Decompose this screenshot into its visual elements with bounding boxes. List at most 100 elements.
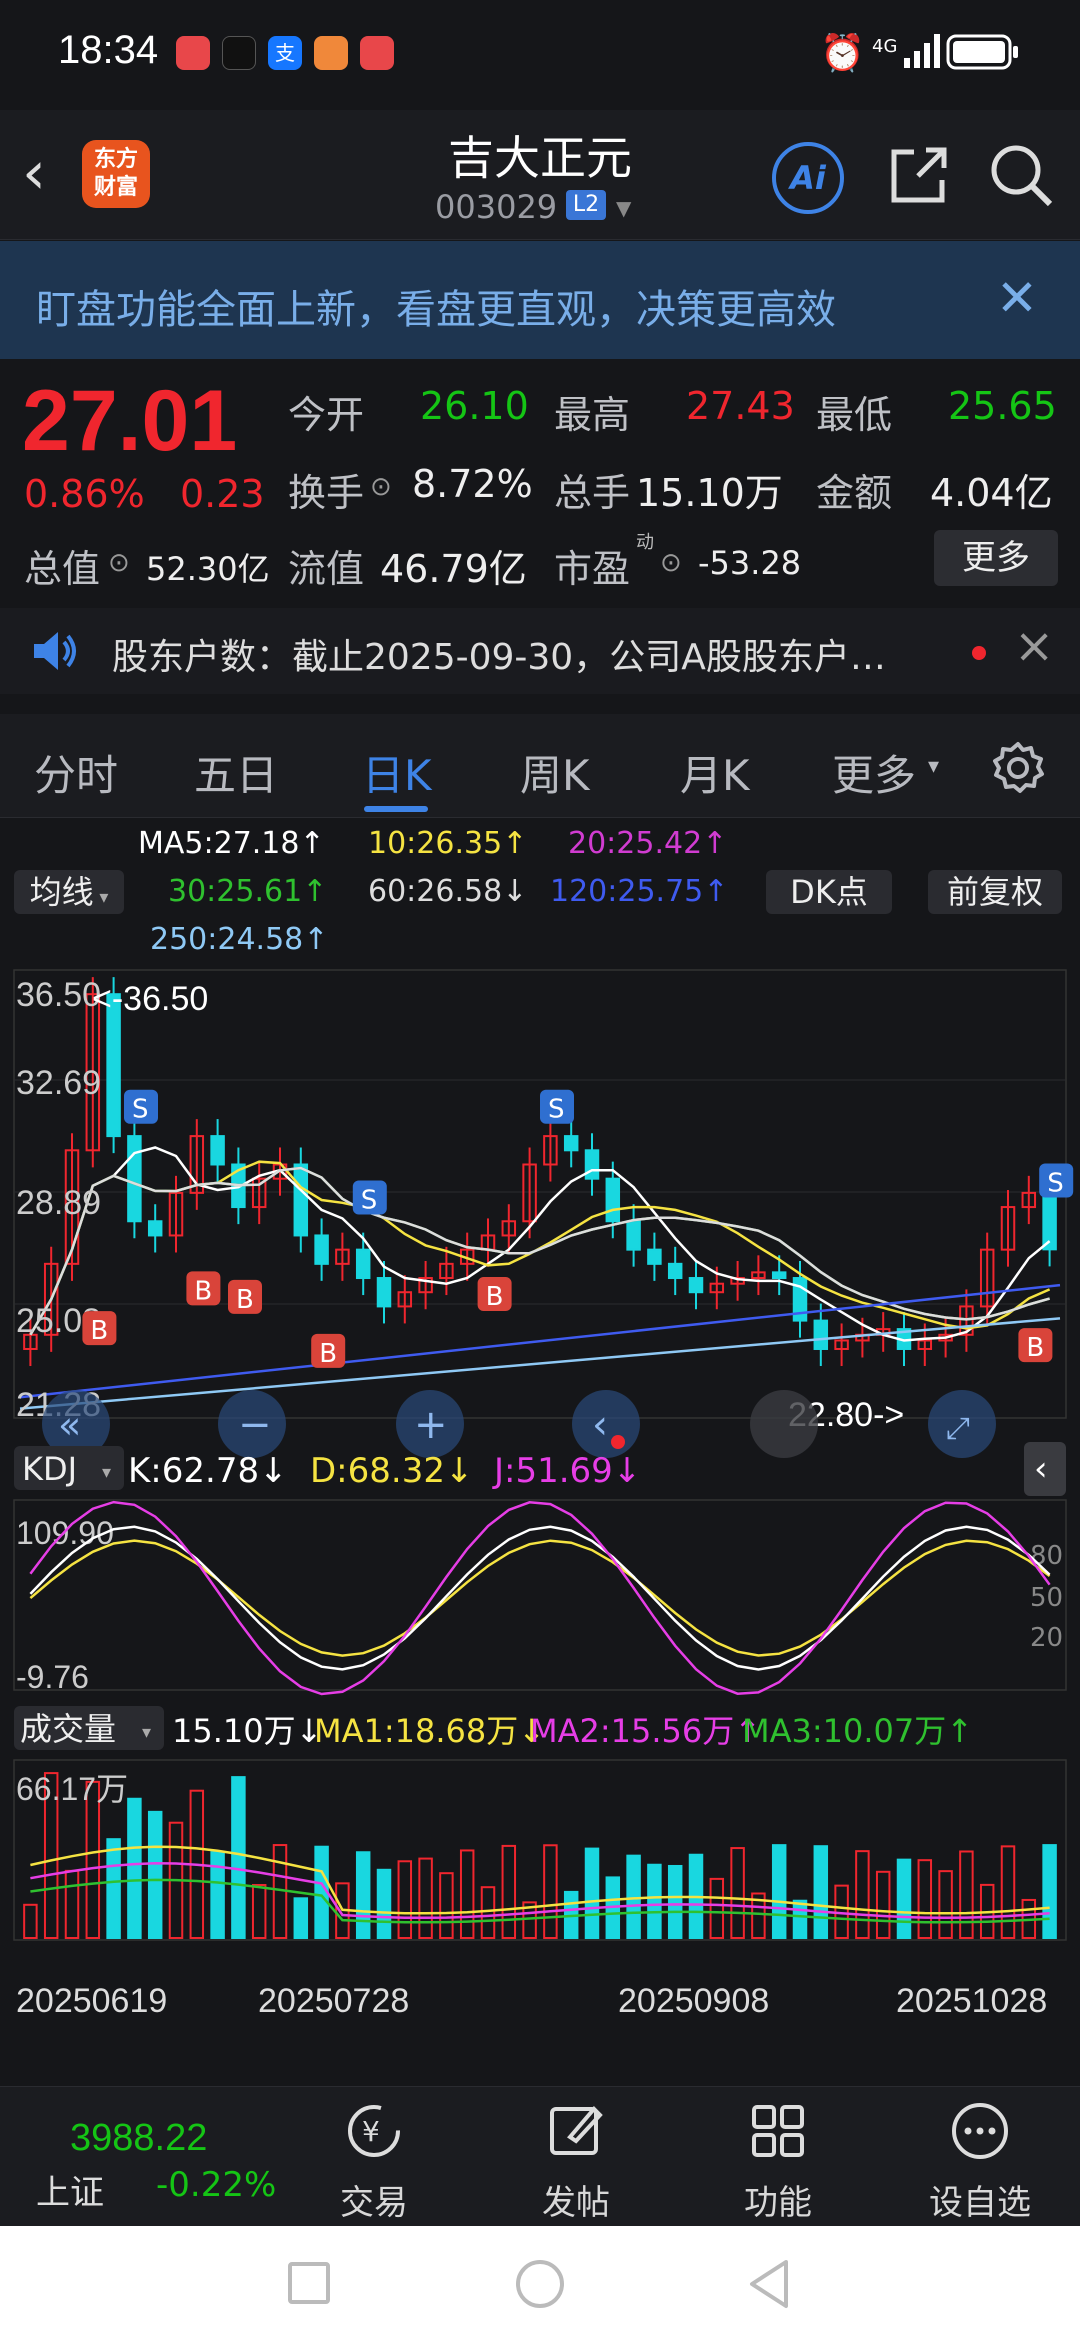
candle-body bbox=[688, 1277, 704, 1294]
add-watchlist-label[interactable]: 设自选 bbox=[920, 2175, 1040, 2224]
speaker-icon bbox=[30, 626, 80, 676]
candle-body bbox=[626, 1220, 641, 1251]
volume-label: 总手 bbox=[554, 471, 631, 515]
recent-apps-icon[interactable] bbox=[288, 2262, 330, 2304]
volume-bar bbox=[709, 1877, 725, 1940]
post-label[interactable]: 发帖 bbox=[516, 2175, 636, 2224]
high-label: 最高 bbox=[554, 393, 631, 437]
kline-chart[interactable]: 36.50 32.69 28.89 25.08 21.28 <-36.50 22… bbox=[0, 960, 1080, 2050]
ma-line bbox=[29, 1166, 1050, 1336]
status-time: 18:34 bbox=[58, 28, 159, 72]
index-name[interactable]: 上证 bbox=[36, 2165, 104, 2214]
chevron-down-icon: ▾ bbox=[102, 1462, 111, 1483]
settings-gear-icon[interactable] bbox=[990, 740, 1046, 796]
candle-body bbox=[293, 1163, 309, 1237]
back-icon[interactable]: ‹ bbox=[22, 138, 72, 208]
amount-label: 金额 bbox=[816, 471, 893, 515]
banner-text: 盯盘功能全面上新，看盘更直观，决策更高效 bbox=[36, 287, 836, 333]
ma60-label: 60:26.58↓ bbox=[368, 874, 528, 909]
back-nav-icon[interactable] bbox=[746, 2258, 794, 2310]
search-icon[interactable] bbox=[986, 140, 1056, 210]
info-icon[interactable]: ⊙ bbox=[108, 548, 130, 578]
notification-icon bbox=[222, 36, 256, 70]
kline-frame bbox=[13, 969, 1067, 1419]
notification-icon bbox=[314, 36, 348, 70]
candle-body bbox=[210, 1135, 225, 1166]
notice-bar[interactable]: 股东户数：截止2025-09-30，公司A股股东户… × bbox=[0, 608, 1080, 694]
last-price: 27.01 bbox=[22, 373, 238, 469]
volume-bar bbox=[938, 1870, 953, 1940]
ma10-label: 10:26.35↑ bbox=[368, 826, 528, 861]
info-icon[interactable]: ⊙ bbox=[660, 548, 682, 578]
tab-daily-k[interactable]: 日K bbox=[362, 742, 432, 803]
fullscreen-glyph: ⤢ bbox=[946, 1411, 970, 1446]
home-icon[interactable] bbox=[516, 2260, 564, 2308]
notification-icon bbox=[176, 36, 210, 70]
volume-bar bbox=[875, 1870, 891, 1940]
marker-letter: S bbox=[548, 1095, 565, 1125]
chevron-down-icon: ▾ bbox=[142, 1722, 151, 1743]
marker-letter: B bbox=[1026, 1333, 1044, 1363]
volume-bar bbox=[1000, 1845, 1016, 1940]
dk-point-button[interactable]: DK点 bbox=[766, 870, 892, 914]
open-label: 今开 bbox=[288, 393, 365, 437]
tab-weekly-k[interactable]: 周K bbox=[520, 742, 590, 803]
unread-dot bbox=[972, 646, 986, 660]
more-button[interactable]: 更多 bbox=[934, 530, 1058, 586]
trade-icon[interactable]: ¥ bbox=[342, 2099, 406, 2163]
mktcap-value: 52.30亿 bbox=[146, 550, 270, 588]
volume-ma-lines bbox=[30, 1845, 1050, 1924]
volume-bar bbox=[896, 1858, 912, 1940]
level-badge[interactable]: L2 bbox=[566, 190, 606, 220]
open-value: 26.10 bbox=[420, 384, 529, 428]
y-label-3: 28.89 bbox=[16, 1184, 101, 1222]
volume-bar bbox=[293, 1897, 309, 1939]
close-icon[interactable]: ✕ bbox=[996, 269, 1038, 327]
tab-five-day[interactable]: 五日 bbox=[194, 742, 278, 803]
volume-bar bbox=[397, 1860, 413, 1939]
share-icon[interactable] bbox=[884, 140, 954, 210]
stock-code[interactable]: 003029 bbox=[435, 188, 557, 226]
kdj-selector-label: KDJ bbox=[22, 1450, 77, 1488]
index-value[interactable]: 3988.22 bbox=[70, 2117, 207, 2160]
close-icon[interactable]: × bbox=[1014, 618, 1054, 674]
candle-body bbox=[147, 1220, 163, 1237]
tab-monthly-k[interactable]: 月K bbox=[680, 742, 750, 803]
scroll-right-icon[interactable] bbox=[750, 1390, 818, 1458]
tab-more[interactable]: 更多 bbox=[832, 742, 916, 803]
chevron-left-icon: ‹ bbox=[1034, 1449, 1048, 1489]
post-icon[interactable] bbox=[544, 2099, 608, 2163]
volume-bar bbox=[355, 1851, 371, 1939]
marker-letter: B bbox=[486, 1282, 504, 1312]
ma-selector[interactable]: 均线 ▾ bbox=[14, 870, 124, 914]
adjust-button[interactable]: 前复权 bbox=[928, 870, 1062, 914]
more-dots-icon[interactable] bbox=[948, 2099, 1012, 2163]
kdj-y-bottom: -9.76 bbox=[16, 1659, 89, 1695]
kdj-d-line bbox=[29, 1539, 1051, 1657]
kdj-50: 50 bbox=[1030, 1583, 1063, 1613]
marker-letter: B bbox=[319, 1339, 337, 1369]
app-logo[interactable]: 东方 财富 bbox=[82, 140, 150, 208]
tab-intraday[interactable]: 分时 bbox=[34, 742, 118, 803]
volume-bar bbox=[127, 1797, 142, 1940]
volume-bar bbox=[376, 1868, 392, 1939]
rewind-glyph: « bbox=[58, 1403, 81, 1447]
date-label-2: 20250728 bbox=[258, 1982, 409, 2020]
promo-banner[interactable]: 盯盘功能全面上新，看盘更直观，决策更高效 ✕ bbox=[0, 241, 1080, 359]
alarm-icon: ⏰ bbox=[820, 33, 865, 74]
ai-assistant-button[interactable]: Ai bbox=[772, 142, 844, 214]
date-label-1: 20250619 bbox=[16, 1982, 167, 2020]
chevron-down-icon: ▾ bbox=[93, 887, 109, 908]
function-label[interactable]: 功能 bbox=[718, 2175, 838, 2224]
function-grid-icon[interactable] bbox=[746, 2099, 810, 2163]
volume-bar bbox=[439, 1872, 454, 1939]
index-change[interactable]: -0.22% bbox=[156, 2165, 276, 2205]
volume-bar bbox=[480, 1886, 496, 1940]
volume-bar bbox=[251, 1884, 267, 1940]
volume-value: 15.10万 bbox=[636, 471, 783, 515]
chevron-down-icon[interactable]: ▼ bbox=[616, 196, 631, 220]
volume-ma3: MA3:10.07万↑ bbox=[742, 1712, 973, 1750]
trade-label[interactable]: 交易 bbox=[314, 2175, 434, 2224]
volume-bar bbox=[106, 1838, 121, 1940]
info-icon[interactable]: ⊙ bbox=[370, 472, 392, 502]
